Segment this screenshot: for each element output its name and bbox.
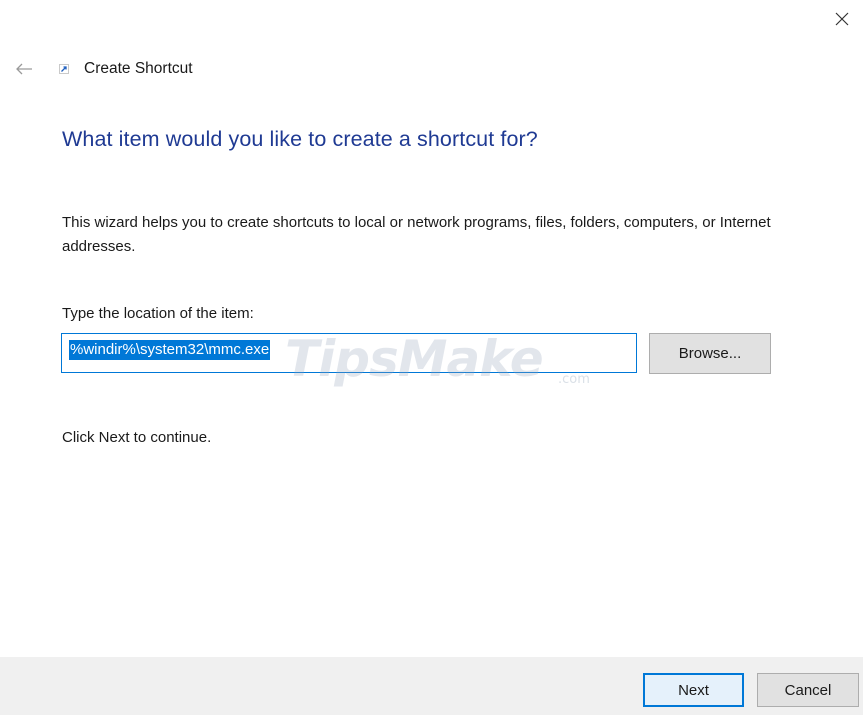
back-arrow-icon bbox=[16, 63, 32, 75]
watermark-suffix: .com bbox=[558, 372, 590, 387]
page-title: What item would you like to create a sho… bbox=[62, 127, 538, 151]
location-input-value: %windir%\system32\mmc.exe bbox=[69, 340, 271, 360]
shortcut-icon bbox=[58, 63, 70, 75]
location-label: Type the location of the item: bbox=[62, 305, 254, 322]
back-button[interactable] bbox=[12, 57, 36, 81]
close-button[interactable] bbox=[827, 4, 857, 34]
wizard-description: This wizard helps you to create shortcut… bbox=[62, 214, 771, 255]
location-input[interactable]: %windir%\system32\mmc.exe bbox=[61, 333, 637, 373]
browse-button[interactable]: Browse... bbox=[649, 333, 771, 374]
title-bar: Create Shortcut bbox=[12, 54, 193, 84]
close-icon bbox=[835, 12, 849, 26]
next-button[interactable]: Next bbox=[643, 673, 744, 707]
window-title: Create Shortcut bbox=[84, 60, 193, 77]
continue-hint: Click Next to continue. bbox=[62, 429, 212, 446]
cancel-button[interactable]: Cancel bbox=[757, 673, 859, 707]
